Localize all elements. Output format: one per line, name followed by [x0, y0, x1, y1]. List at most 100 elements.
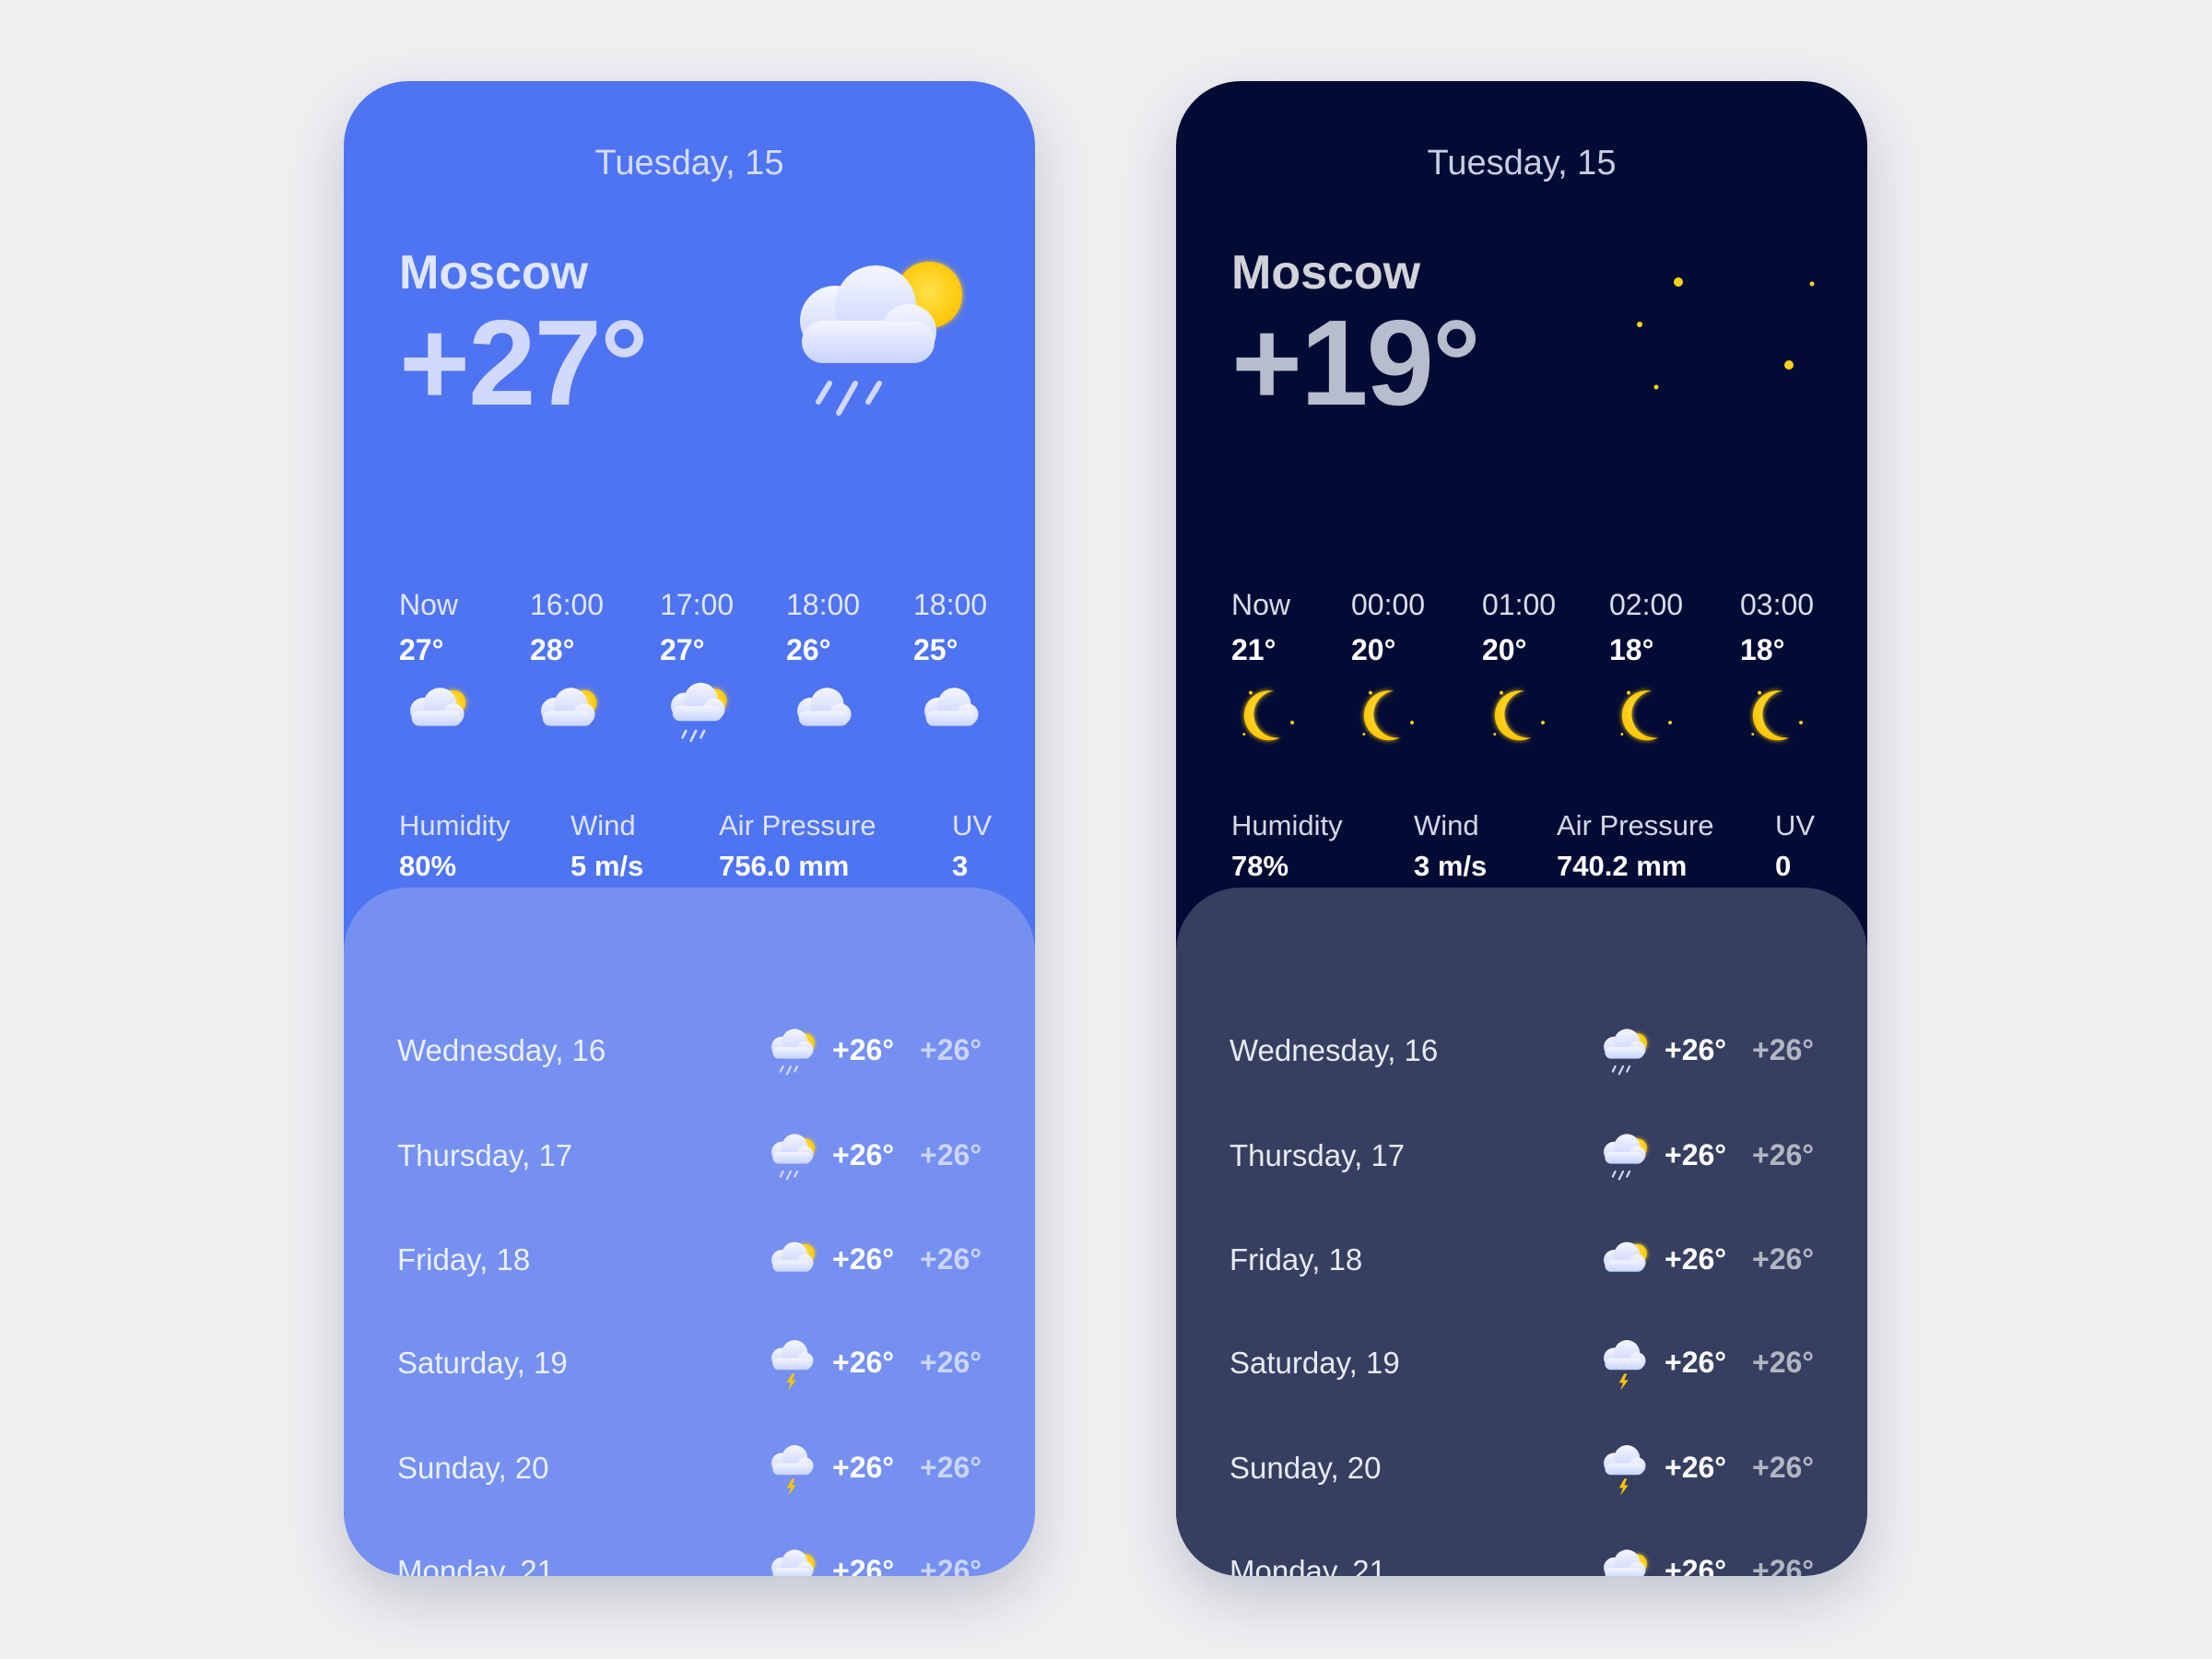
moon-icon [1346, 673, 1429, 756]
forecast-day: Friday, 18 [397, 1242, 531, 1277]
forecast-high: +26° [1665, 1138, 1727, 1171]
date-label: Tuesday, 15 [1427, 144, 1617, 182]
cloud-lightning-icon [759, 1434, 823, 1508]
stat-label: Wind [1414, 809, 1479, 841]
hour-label: 17:00 [660, 588, 735, 621]
hour-temperature: 28° [530, 633, 575, 666]
hourly-item: 16:00 28° [530, 588, 631, 756]
forecast-high: +26° [832, 1138, 895, 1171]
humidity-stat: Humidity 78% [1231, 809, 1343, 883]
cloud-sun-rain-icon [1591, 1537, 1655, 1576]
air-pressure-stat: Air Pressure 756.0 mm [719, 809, 877, 883]
forecast-high: +26° [1665, 1033, 1727, 1066]
forecast-low: +26° [920, 1451, 982, 1484]
moon-icon [1226, 673, 1309, 756]
weekly-forecast: Wednesday, 16 +26° +26° Thursday, 17 +26… [344, 888, 1035, 1576]
humidity-stat: Humidity 80% [399, 809, 511, 883]
night-weather-card: Tuesday, 15 Moscow +19° Now 21° 00:00 20… [1176, 81, 1867, 1576]
cloud-sun-rain-icon [759, 1017, 823, 1090]
forecast-day: Thursday, 17 [1230, 1138, 1406, 1172]
forecast-row[interactable]: Wednesday, 16 +26° +26° [1176, 1017, 1867, 1090]
forecast-row[interactable]: Monday, 21 +26° +26° [1176, 1537, 1867, 1576]
forecast-day: Monday, 21 [397, 1554, 554, 1576]
uv-stat: UV 0 [1775, 809, 1815, 883]
stat-label: Air Pressure [1557, 809, 1714, 841]
forecast-row[interactable]: Saturday, 19 +26° +26° [344, 1329, 1035, 1403]
stat-value: 3 [952, 850, 969, 882]
uv-stat: UV 3 [952, 809, 992, 883]
cloud-lightning-icon [1591, 1329, 1655, 1403]
hourly-item: 17:00 27° [660, 588, 761, 756]
forecast-row[interactable]: Sunday, 20 +26° +26° [1176, 1434, 1867, 1508]
forecast-row[interactable]: Friday, 18 +26° +26° [1176, 1226, 1867, 1300]
hourly-item: 18:00 25° [913, 588, 1015, 756]
forecast-high: +26° [1665, 1554, 1727, 1576]
moon-icon [1735, 673, 1818, 756]
stat-label: UV [1775, 809, 1816, 841]
forecast-row[interactable]: Sunday, 20 +26° +26° [344, 1434, 1035, 1508]
hourly-forecast: Now 21° 00:00 20° 01:00 20° 02:00 18° 03… [1231, 588, 1840, 763]
forecast-row[interactable]: Thursday, 17 +26° +26° [344, 1122, 1035, 1195]
forecast-day: Saturday, 19 [397, 1346, 568, 1380]
forecast-row[interactable]: Wednesday, 16 +26° +26° [344, 1017, 1035, 1090]
forecast-day: Saturday, 19 [1230, 1346, 1400, 1380]
stat-label: Humidity [1231, 809, 1343, 841]
forecast-low: +26° [1752, 1242, 1815, 1276]
cloud-sun-icon [394, 673, 477, 756]
stat-value: 78% [1231, 850, 1289, 882]
hourly-item: 01:00 20° [1482, 588, 1583, 756]
cloud-sun-icon [524, 673, 607, 756]
forecast-row[interactable]: Saturday, 19 +26° +26° [1176, 1329, 1867, 1403]
forecast-row[interactable]: Friday, 18 +26° +26° [344, 1226, 1035, 1300]
forecast-high: +26° [1665, 1242, 1727, 1276]
cloud-sun-rain-icon [759, 1122, 823, 1195]
forecast-day: Wednesday, 16 [397, 1033, 606, 1067]
forecast-row[interactable]: Monday, 21 +26° +26° [344, 1537, 1035, 1576]
hour-label: 18:00 [786, 588, 861, 621]
hour-label: 03:00 [1740, 588, 1815, 621]
hour-label: Now [399, 588, 459, 621]
stat-value: 756.0 mm [719, 850, 850, 882]
current-temperature: +19° [1231, 295, 1481, 430]
forecast-row[interactable]: Thursday, 17 +26° +26° [1176, 1122, 1867, 1195]
moon-icon [1477, 673, 1559, 756]
stat-label: UV [952, 809, 993, 841]
moon-stars-icon [1637, 277, 1815, 411]
wind-stat: Wind 5 m/s [571, 809, 643, 883]
cloud-sun-rain-icon [800, 262, 962, 416]
cloud-lightning-icon [759, 1329, 823, 1403]
hour-label: 18:00 [913, 588, 988, 621]
forecast-low: +26° [1752, 1451, 1815, 1484]
forecast-day: Wednesday, 16 [1230, 1033, 1439, 1067]
city-name: Moscow [1231, 246, 1421, 300]
hour-temperature: 27° [399, 633, 444, 666]
forecast-high: +26° [1665, 1346, 1727, 1379]
cloud-sun-rain-icon [654, 673, 737, 756]
forecast-low: +26° [920, 1554, 982, 1576]
hour-label: 02:00 [1609, 588, 1684, 621]
cloud-sun-rain-icon [759, 1537, 823, 1576]
forecast-high: +26° [832, 1033, 895, 1066]
stat-value: 740.2 mm [1557, 850, 1688, 882]
hourly-item: 00:00 20° [1351, 588, 1453, 756]
hourly-item: 03:00 18° [1740, 588, 1841, 756]
forecast-day: Sunday, 20 [1230, 1451, 1382, 1485]
cloud-sun-rain-icon [1591, 1017, 1655, 1090]
hour-temperature: 20° [1351, 633, 1396, 666]
stat-value: 0 [1775, 850, 1792, 882]
hour-temperature: 18° [1609, 633, 1654, 666]
forecast-low: +26° [1752, 1033, 1815, 1066]
forecast-low: +26° [920, 1242, 982, 1276]
weekly-forecast: Wednesday, 16 +26° +26° Thursday, 17 +26… [1176, 888, 1867, 1576]
hour-label: 00:00 [1351, 588, 1426, 621]
hour-temperature: 26° [786, 633, 831, 666]
cloud-sun-icon [1591, 1226, 1655, 1300]
stat-label: Wind [571, 809, 636, 841]
date-label: Tuesday, 15 [594, 144, 784, 182]
hour-label: 01:00 [1482, 588, 1557, 621]
cloud-lightning-icon [1591, 1434, 1655, 1508]
hour-label: 16:00 [530, 588, 605, 621]
forecast-day: Friday, 18 [1230, 1242, 1363, 1277]
hour-temperature: 27° [660, 633, 705, 666]
stat-label: Humidity [399, 809, 511, 841]
